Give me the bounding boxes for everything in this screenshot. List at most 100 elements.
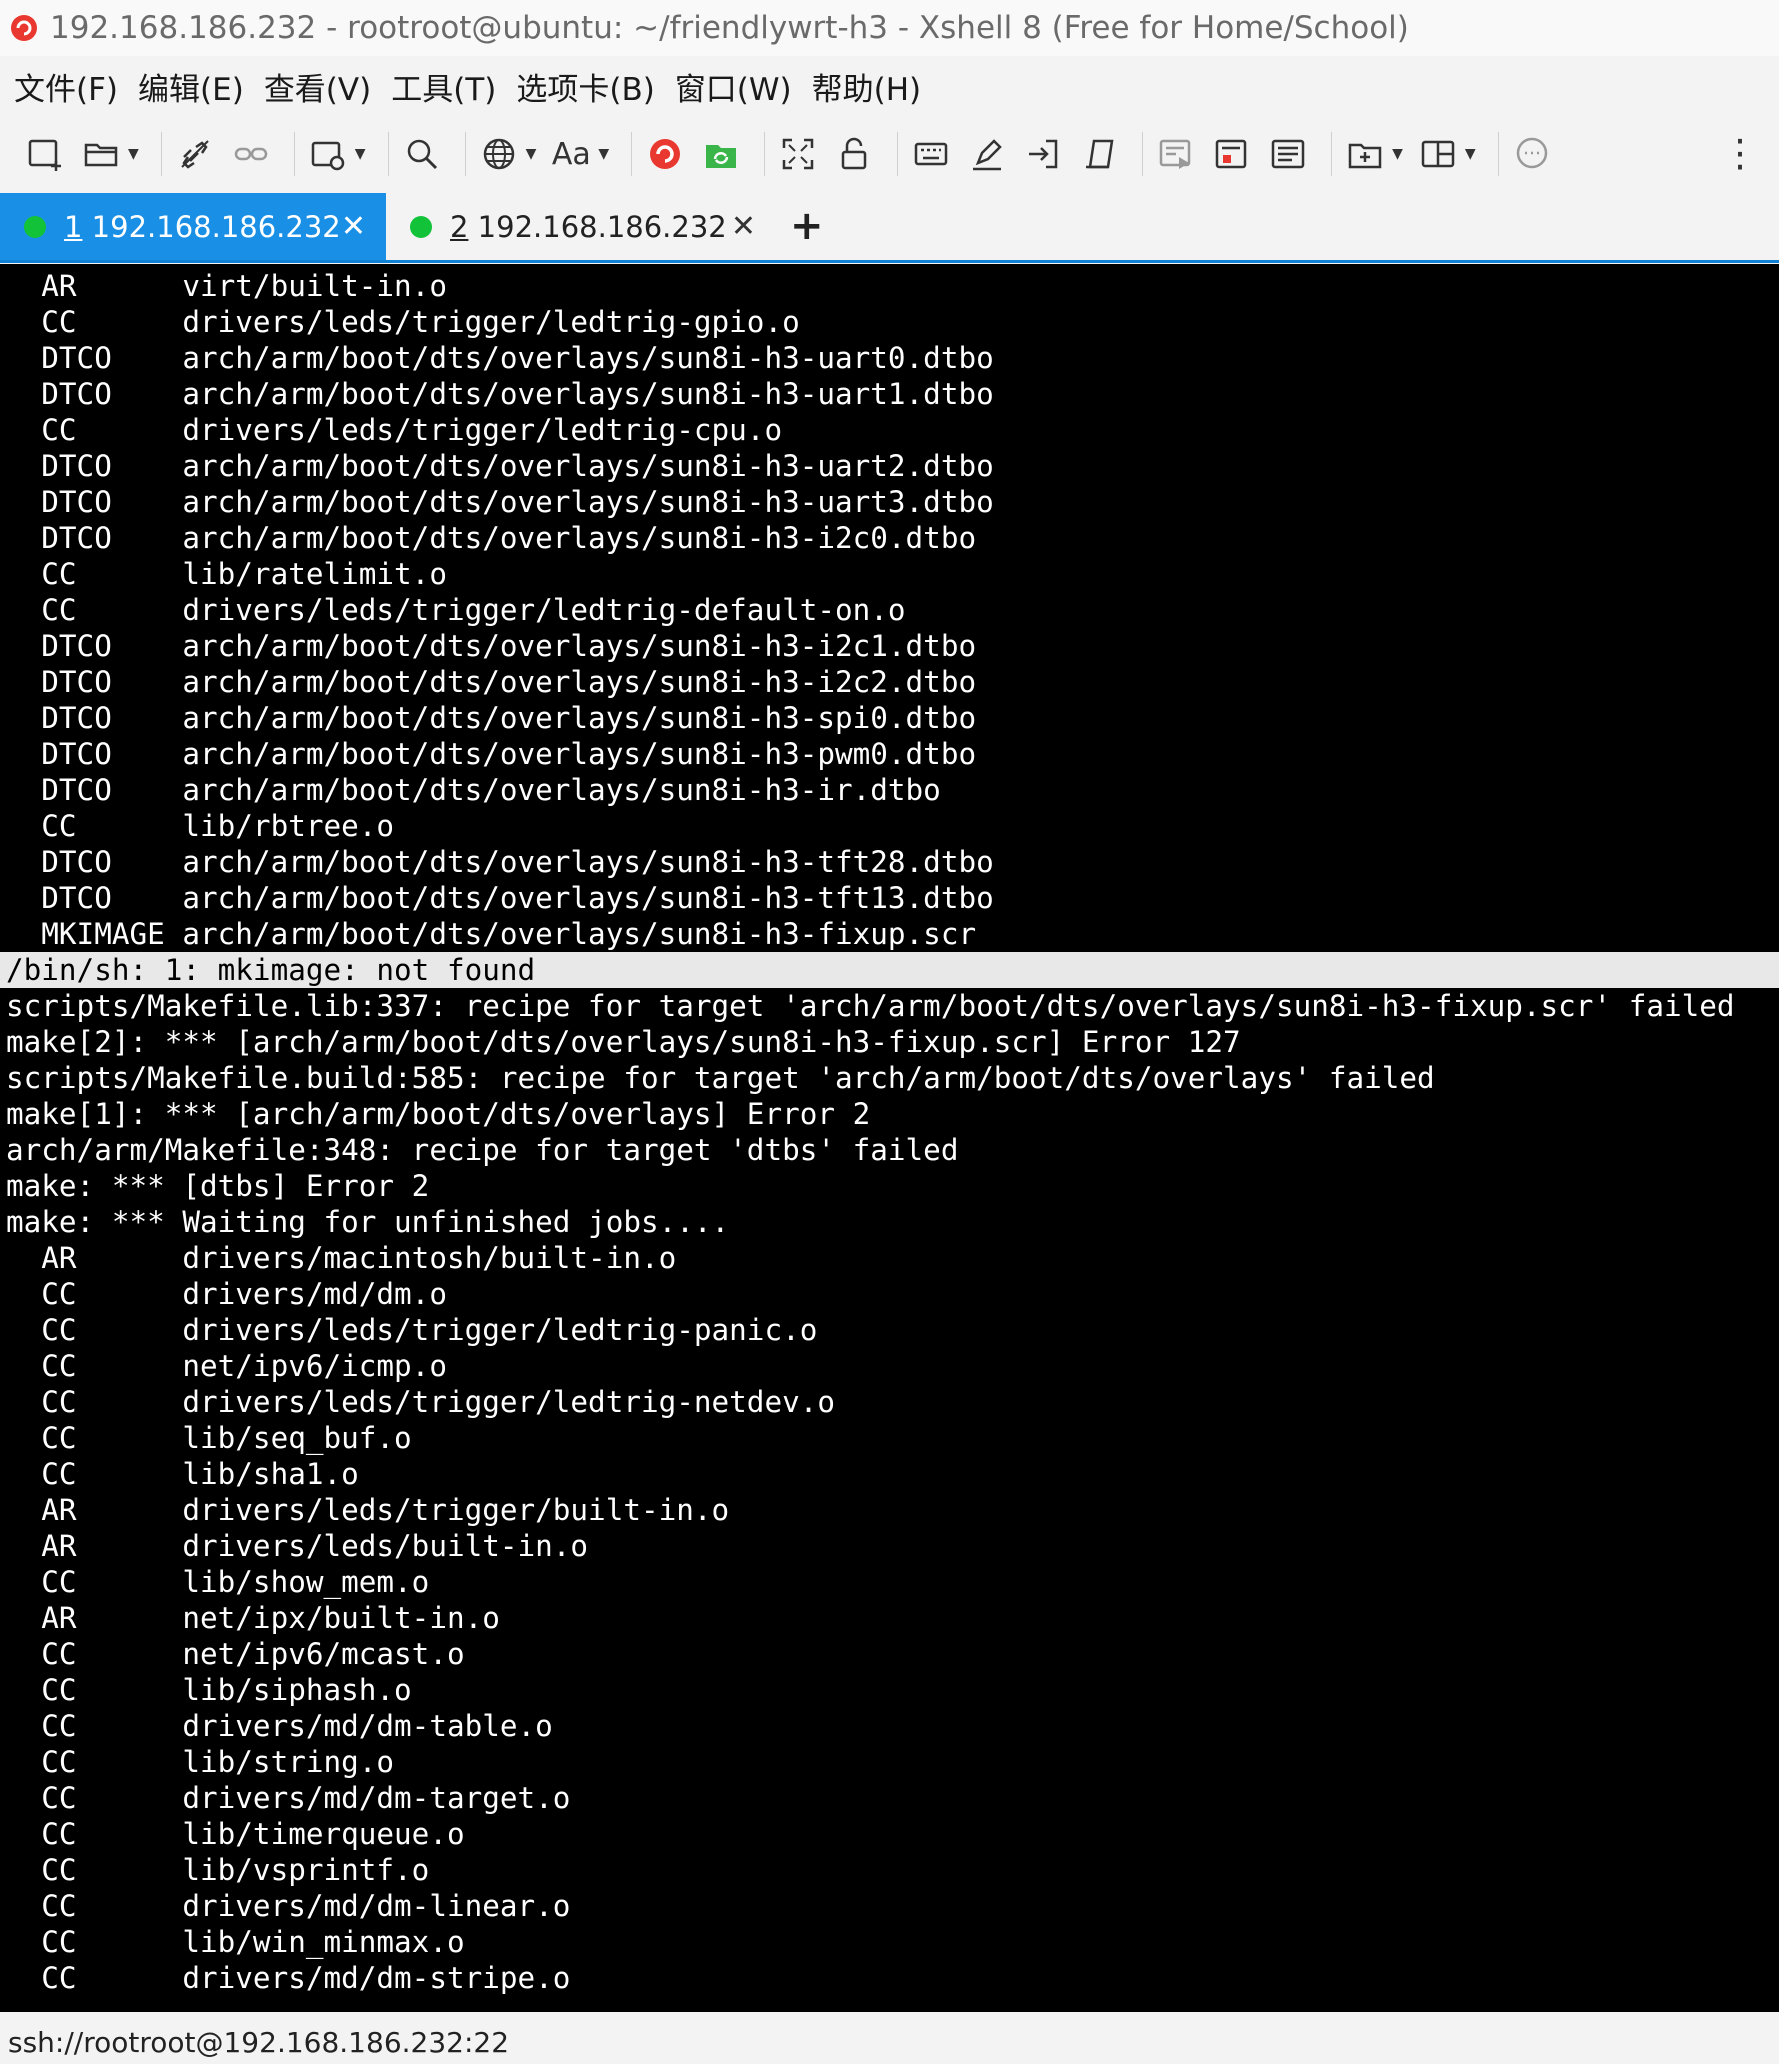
- terminal-line: MKIMAGE arch/arm/boot/dts/overlays/sun8i…: [6, 917, 977, 951]
- terminal-line: make: *** [dtbs] Error 2: [6, 1169, 430, 1203]
- terminal-line: DTCO arch/arm/boot/dts/overlays/sun8i-h3…: [6, 701, 977, 735]
- toolbar: ▼ ▼ ▼ Aa ▼ ▼ ▼ ⋮: [0, 120, 1779, 188]
- globe-icon[interactable]: [476, 129, 522, 179]
- new-session-icon[interactable]: [22, 129, 68, 179]
- chat-icon[interactable]: [1509, 129, 1555, 179]
- more-icon[interactable]: ⋮: [1721, 128, 1759, 178]
- terminal-line: DTCO arch/arm/boot/dts/overlays/sun8i-h3…: [6, 449, 994, 483]
- terminal-line: CC lib/show_mem.o: [6, 1565, 430, 1599]
- tab-bar: 1 192.168.186.232 ✕ 2 192.168.186.232 ✕ …: [0, 193, 1779, 263]
- terminal-line: CC drivers/leds/trigger/ledtrig-gpio.o: [6, 305, 800, 339]
- terminal-line: CC drivers/md/dm-target.o: [6, 1781, 571, 1815]
- toolbar-separator: [1497, 132, 1499, 176]
- terminal-line: CC lib/timerqueue.o: [6, 1817, 465, 1851]
- reconnect-icon[interactable]: [228, 129, 274, 179]
- font-icon[interactable]: Aa: [548, 129, 594, 179]
- toolbar-separator: [1142, 132, 1144, 176]
- terminal-line: /bin/sh: 1: mkimage: not found: [0, 952, 1779, 988]
- toolbar-separator: [160, 132, 162, 176]
- terminal-line: CC drivers/leds/trigger/ledtrig-default-…: [6, 593, 906, 627]
- terminal-line: scripts/Makefile.build:585: recipe for t…: [6, 1061, 1435, 1095]
- menu-tab[interactable]: 选项卡(B): [516, 64, 654, 109]
- new-window-dropdown-icon[interactable]: ▼: [1392, 146, 1403, 162]
- terminal-line: CC drivers/md/dm-stripe.o: [6, 1961, 571, 1995]
- terminal-line: arch/arm/Makefile:348: recipe for target…: [6, 1133, 959, 1167]
- menu-bar: 文件(F) 编辑(E) 查看(V) 工具(T) 选项卡(B) 窗口(W) 帮助(…: [0, 60, 1779, 112]
- terminal-line: CC lib/ratelimit.o: [6, 557, 447, 591]
- compose-bar-icon[interactable]: [1153, 129, 1199, 179]
- toolbar-separator: [764, 132, 766, 176]
- toolbar-separator: [293, 132, 295, 176]
- terminal-line: CC drivers/leds/trigger/ledtrig-panic.o: [6, 1313, 818, 1347]
- layout-icon[interactable]: [1415, 129, 1461, 179]
- xftp-icon[interactable]: [698, 129, 744, 179]
- add-tab-icon[interactable]: +: [790, 193, 824, 260]
- lock-icon[interactable]: [831, 129, 877, 179]
- terminal-line: AR drivers/macintosh/built-in.o: [6, 1241, 677, 1275]
- menu-edit[interactable]: 编辑(E): [138, 64, 244, 109]
- tab-session-2[interactable]: 2 192.168.186.232 ✕: [386, 193, 776, 260]
- toolbar-separator: [1331, 132, 1333, 176]
- terminal-line: CC lib/sha1.o: [6, 1457, 359, 1491]
- xshell-logo-icon: [4, 8, 44, 48]
- font-dropdown-icon[interactable]: ▼: [598, 146, 609, 162]
- terminal-line: CC drivers/leds/trigger/ledtrig-netdev.o: [6, 1385, 835, 1419]
- terminal-line: CC lib/siphash.o: [6, 1673, 412, 1707]
- menu-tools[interactable]: 工具(T): [391, 64, 496, 109]
- close-icon[interactable]: ✕: [341, 193, 366, 260]
- menu-window[interactable]: 窗口(W): [675, 64, 792, 109]
- layout-dropdown-icon[interactable]: ▼: [1465, 146, 1476, 162]
- terminal-line: CC drivers/md/dm-table.o: [6, 1709, 553, 1743]
- terminal-line: DTCO arch/arm/boot/dts/overlays/sun8i-h3…: [6, 341, 994, 375]
- terminal-output[interactable]: AR virt/built-in.o CC drivers/leds/trigg…: [0, 264, 1779, 2012]
- globe-dropdown-icon[interactable]: ▼: [526, 146, 537, 162]
- transfer-icon[interactable]: [1020, 129, 1066, 179]
- tab-session-1[interactable]: 1 192.168.186.232 ✕: [0, 193, 386, 260]
- title-bar: 192.168.186.232 - rootroot@ubuntu: ~/fri…: [0, 0, 1779, 56]
- close-icon[interactable]: ✕: [731, 193, 756, 260]
- script-icon[interactable]: [1076, 129, 1122, 179]
- status-bar: ssh://rootroot@192.168.186.232:22: [0, 2021, 1779, 2064]
- terminal-line: DTCO arch/arm/boot/dts/overlays/sun8i-h3…: [6, 845, 994, 879]
- terminal-line: AR net/ipx/built-in.o: [6, 1601, 500, 1635]
- terminal-line: CC net/ipv6/mcast.o: [6, 1637, 465, 1671]
- menu-file[interactable]: 文件(F): [14, 64, 118, 109]
- keyboard-icon[interactable]: [908, 129, 954, 179]
- connected-status-icon: [410, 215, 432, 238]
- terminal-line: AR drivers/leds/built-in.o: [6, 1529, 589, 1563]
- open-dropdown-icon[interactable]: ▼: [128, 146, 139, 162]
- fullscreen-icon[interactable]: [775, 129, 821, 179]
- terminal-line: make[1]: *** [arch/arm/boot/dts/overlays…: [6, 1097, 871, 1131]
- terminal-lines: AR virt/built-in.o CC drivers/leds/trigg…: [0, 264, 1779, 1996]
- open-folder-icon[interactable]: [78, 129, 124, 179]
- compose-pane-icon[interactable]: [1209, 129, 1255, 179]
- highlight-icon[interactable]: [964, 129, 1010, 179]
- terminal-line: CC lib/seq_buf.o: [6, 1421, 412, 1455]
- terminal-line: DTCO arch/arm/boot/dts/overlays/sun8i-h3…: [6, 773, 941, 807]
- disconnect-icon[interactable]: [172, 129, 218, 179]
- toolbar-separator: [897, 132, 899, 176]
- terminal-line: DTCO arch/arm/boot/dts/overlays/sun8i-h3…: [6, 737, 977, 771]
- menu-help[interactable]: 帮助(H): [812, 64, 922, 109]
- terminal-line: DTCO arch/arm/boot/dts/overlays/sun8i-h3…: [6, 485, 994, 519]
- toolbar-separator: [387, 132, 389, 176]
- quick-command-icon[interactable]: [1265, 129, 1311, 179]
- connection-status: ssh://rootroot@192.168.186.232:22: [8, 2026, 510, 2059]
- terminal-line: CC drivers/leds/trigger/ledtrig-cpu.o: [6, 413, 783, 447]
- new-tab-dropdown-icon[interactable]: ▼: [355, 146, 366, 162]
- new-tab-icon[interactable]: [305, 129, 351, 179]
- find-icon[interactable]: [399, 129, 445, 179]
- tab-label: 2 192.168.186.232: [450, 209, 727, 244]
- terminal-line: DTCO arch/arm/boot/dts/overlays/sun8i-h3…: [6, 521, 977, 555]
- terminal-line: DTCO arch/arm/boot/dts/overlays/sun8i-h3…: [6, 665, 977, 699]
- terminal-line: DTCO arch/arm/boot/dts/overlays/sun8i-h3…: [6, 629, 977, 663]
- new-window-icon[interactable]: [1342, 129, 1388, 179]
- window-title: 192.168.186.232 - rootroot@ubuntu: ~/fri…: [50, 10, 1409, 46]
- xshell-icon[interactable]: [642, 129, 688, 179]
- terminal-line: DTCO arch/arm/boot/dts/overlays/sun8i-h3…: [6, 377, 994, 411]
- terminal-line: CC net/ipv6/icmp.o: [6, 1349, 447, 1383]
- terminal-line: make: *** Waiting for unfinished jobs...…: [6, 1205, 730, 1239]
- menu-view[interactable]: 查看(V): [264, 64, 371, 109]
- terminal-line: scripts/Makefile.lib:337: recipe for tar…: [6, 989, 1735, 1023]
- connected-status-icon: [24, 215, 46, 238]
